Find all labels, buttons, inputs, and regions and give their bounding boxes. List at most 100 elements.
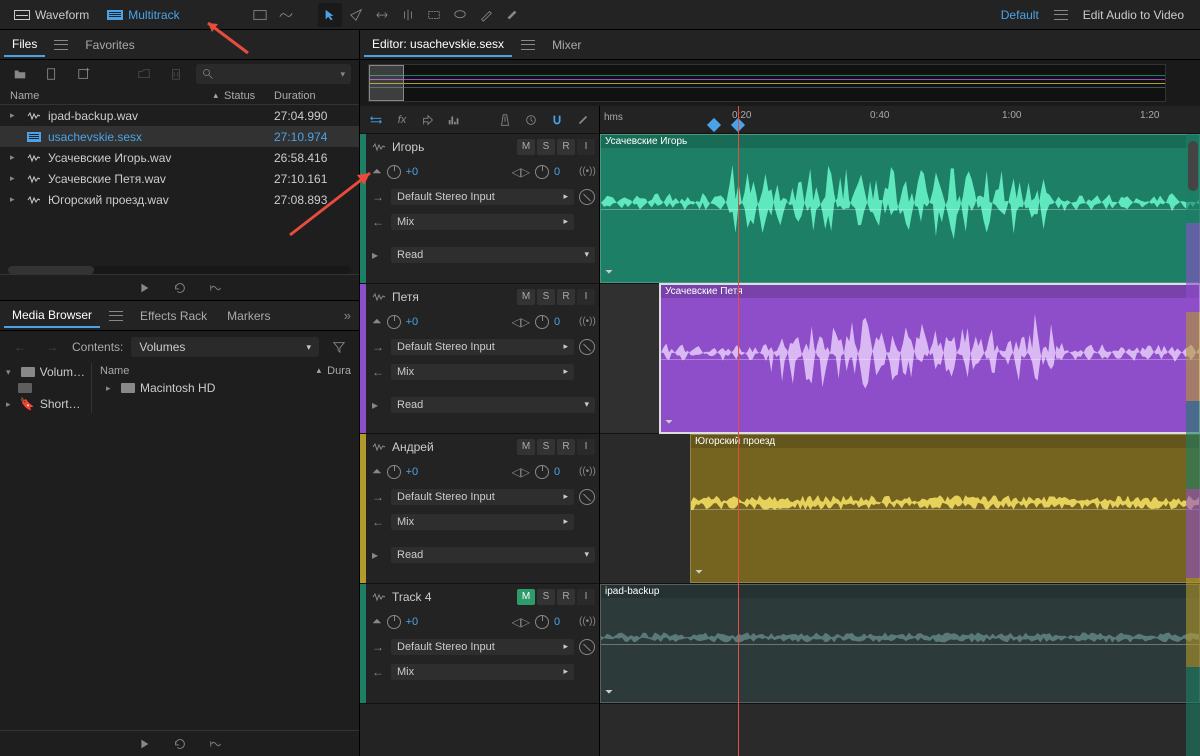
files-col-status[interactable]: Status (224, 90, 274, 102)
pan-knob[interactable] (535, 615, 549, 629)
move-tool-button[interactable] (318, 3, 342, 27)
panel-overflow-button[interactable]: » (340, 308, 355, 323)
timeline[interactable]: hms 0:200:401:001:20 EOD Усачевские Игор… (600, 106, 1200, 756)
solo-button[interactable]: S (537, 289, 555, 305)
files-col-name[interactable]: Name (10, 90, 213, 102)
solo-button[interactable]: S (537, 589, 555, 605)
mb-loop-button[interactable] (168, 732, 192, 756)
timeline-vscroll[interactable] (1188, 141, 1198, 191)
media-browser-menu[interactable] (104, 304, 128, 328)
record-arm-button[interactable]: R (557, 289, 575, 305)
track-lane[interactable]: ipad-backup ⏷ (600, 584, 1200, 704)
monitor-button[interactable]: I (577, 589, 595, 605)
volume-value[interactable]: +0 (406, 316, 426, 328)
volume-knob[interactable] (387, 615, 401, 629)
open-file-button[interactable] (8, 62, 32, 86)
toggle-loop-button[interactable] (366, 110, 386, 130)
monitor-button[interactable]: I (577, 139, 595, 155)
pan-knob[interactable] (535, 165, 549, 179)
spot-heal-tool-button[interactable] (500, 3, 524, 27)
track-input-select[interactable]: Default Stereo Input▸ (391, 489, 574, 505)
mute-button[interactable]: M (517, 439, 535, 455)
volume-knob[interactable] (387, 315, 401, 329)
track-output-select[interactable]: Mix▸ (391, 514, 574, 530)
track-nav-strip[interactable] (1186, 667, 1200, 756)
lasso-tool-button[interactable] (448, 3, 472, 27)
marquee-tool-button[interactable] (422, 3, 446, 27)
file-row[interactable]: ▸ Усачевские Петя.wav 27:10.161 (0, 168, 359, 189)
mixer-tab[interactable]: Mixer (544, 34, 589, 56)
file-row[interactable]: usachevskie.sesx 27:10.974 (0, 126, 359, 147)
favorites-tab[interactable]: Favorites (77, 34, 142, 56)
mb-autoplay-button[interactable] (204, 732, 228, 756)
monitor-button[interactable]: I (577, 289, 595, 305)
insert-clip-button[interactable] (132, 62, 156, 86)
mb-shortcuts-node[interactable]: ▸ 🔖 Shortcuts (0, 395, 91, 413)
track-lane[interactable]: Югорский проезд ⏷ (600, 434, 1200, 584)
in-out-marker[interactable] (707, 118, 721, 132)
volume-value[interactable]: +0 (406, 616, 426, 628)
solo-button[interactable]: S (537, 439, 555, 455)
volume-knob[interactable] (387, 465, 401, 479)
media-browser-tab[interactable]: Media Browser (4, 304, 100, 328)
volume-value[interactable]: +0 (406, 166, 426, 178)
count-in-button[interactable] (521, 110, 541, 130)
razor-tool-button[interactable] (344, 3, 368, 27)
time-select-tool-button[interactable] (396, 3, 420, 27)
session-overview[interactable] (368, 64, 1166, 102)
mb-back-button[interactable]: ← (8, 335, 32, 359)
eq-button[interactable] (444, 110, 464, 130)
file-row[interactable]: ▸ ipad-backup.wav 27:04.990 (0, 105, 359, 126)
spectral-freq-button[interactable] (248, 3, 272, 27)
track-nav-strip[interactable] (1186, 401, 1200, 490)
brush-tool-button[interactable] (474, 3, 498, 27)
track-input-select[interactable]: Default Stereo Input▸ (391, 639, 574, 655)
pan-value[interactable]: 0 (554, 166, 574, 178)
track-name[interactable]: Track 4 (392, 590, 432, 604)
monitor-button[interactable]: I (577, 439, 595, 455)
audio-clip[interactable]: Югорский проезд ⏷ (690, 434, 1200, 583)
pan-value[interactable]: 0 (554, 316, 574, 328)
track-automation-select[interactable]: Read▾ (391, 547, 595, 563)
track-name[interactable]: Игорь (392, 140, 424, 154)
track-output-select[interactable]: Mix▸ (391, 364, 574, 380)
mb-play-button[interactable] (132, 732, 156, 756)
effects-rack-tab[interactable]: Effects Rack (132, 305, 215, 327)
mono-stereo-toggle[interactable] (579, 189, 595, 205)
close-file-button[interactable] (164, 62, 188, 86)
new-multitrack-button[interactable] (72, 62, 96, 86)
track-output-select[interactable]: Mix▸ (391, 214, 574, 230)
spectral-pitch-button[interactable] (274, 3, 298, 27)
mb-volumes-node[interactable]: ▾ Volumes (0, 363, 91, 381)
files-hscroll[interactable] (8, 266, 351, 274)
track-nav-strip[interactable] (1186, 578, 1200, 667)
mono-stereo-toggle[interactable] (579, 339, 595, 355)
files-panel-menu[interactable] (49, 33, 73, 57)
mute-button[interactable]: M (517, 589, 535, 605)
sends-button[interactable] (418, 110, 438, 130)
track-input-select[interactable]: Default Stereo Input▸ (391, 189, 574, 205)
track-name[interactable]: Андрей (392, 440, 434, 454)
snap-button[interactable] (547, 110, 567, 130)
mb-volume-item[interactable] (0, 381, 91, 395)
mute-button[interactable]: M (517, 289, 535, 305)
track-lane[interactable]: Усачевские Петя ⏷ (600, 284, 1200, 434)
time-ruler[interactable]: hms 0:200:401:001:20 EOD (600, 106, 1200, 134)
volume-knob[interactable] (387, 165, 401, 179)
editor-panel-menu[interactable] (516, 33, 540, 57)
mute-button[interactable]: M (517, 139, 535, 155)
audio-clip[interactable]: Усачевские Петя ⏷ (660, 284, 1200, 433)
track-automation-select[interactable]: Read▾ (391, 397, 595, 413)
record-arm-button[interactable]: R (557, 139, 575, 155)
solo-button[interactable]: S (537, 139, 555, 155)
editor-tab[interactable]: Editor: usachevskie.sesx (364, 33, 512, 57)
file-row[interactable]: ▸ Югорский проезд.wav 27:08.893 (0, 189, 359, 210)
track-lane[interactable]: Усачевские Игорь ⏷ (600, 134, 1200, 284)
track-automation-select[interactable]: Read▾ (391, 247, 595, 263)
audio-clip[interactable]: ipad-backup ⏷ (600, 584, 1200, 703)
edit-audio-to-video-link[interactable]: Edit Audio to Video (1073, 8, 1194, 22)
files-tab[interactable]: Files (4, 33, 45, 57)
file-row[interactable]: ▸ Усачевские Игорь.wav 26:58.416 (0, 147, 359, 168)
mb-filter-button[interactable] (327, 335, 351, 359)
pan-knob[interactable] (535, 465, 549, 479)
